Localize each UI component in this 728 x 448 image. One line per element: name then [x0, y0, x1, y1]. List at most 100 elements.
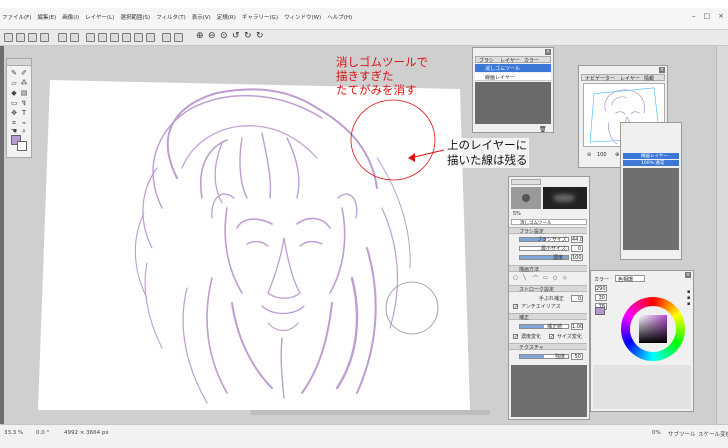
copy-icon[interactable] — [86, 33, 95, 42]
size-change-checkbox[interactable]: ✓ — [549, 334, 554, 340]
zoom-out-icon[interactable]: ⊖ — [208, 31, 216, 41]
saturation-value-square[interactable] — [639, 315, 667, 343]
square-tip-icon[interactable]: ▢ — [513, 275, 518, 281]
stabilizer-value[interactable]: 0 — [571, 295, 583, 302]
close-window-button[interactable]: × — [718, 12, 724, 20]
maximize-button[interactable]: □ — [704, 12, 711, 20]
cut-icon[interactable] — [110, 33, 119, 42]
section-brush-settings[interactable]: ブラシ設定 — [509, 227, 587, 235]
transform-icon[interactable] — [162, 33, 171, 42]
section-correction[interactable]: 補正 — [509, 313, 587, 321]
polygon-tip-icon[interactable]: ◇ — [563, 275, 567, 281]
lasso-tool-icon[interactable]: ↯ — [20, 99, 28, 107]
menu-view[interactable]: 表示(V) — [192, 13, 211, 23]
layer-row[interactable]: 線画レイヤー — [475, 73, 551, 81]
min-size-value[interactable]: 0 — [571, 245, 583, 252]
menu-help[interactable]: ヘルプ(H) — [327, 13, 352, 23]
export-icon[interactable] — [70, 33, 79, 42]
menu-window[interactable]: ウィンドウ(W) — [284, 13, 321, 23]
section-texture[interactable]: テクスチャ — [509, 343, 587, 351]
fill-tool-icon[interactable]: ◆ — [10, 89, 18, 97]
eraser-tool-icon[interactable]: ▱ — [10, 79, 18, 87]
hue-value[interactable]: 290 — [595, 285, 607, 292]
clear-icon[interactable] — [122, 33, 131, 42]
rotate-right-icon[interactable]: ↻ — [244, 31, 252, 41]
panel-close-icon[interactable]: × — [545, 49, 551, 55]
sub-color-swatch[interactable] — [17, 141, 27, 151]
eyedropper-tool-icon[interactable]: ⌁ — [20, 119, 28, 127]
print-icon[interactable] — [58, 33, 67, 42]
section-stroke[interactable]: ストローク設定 — [509, 285, 587, 293]
panel-close-icon[interactable]: × — [659, 67, 665, 73]
menu-gallery[interactable]: ギャラリー(G) — [242, 13, 278, 23]
palette-icon[interactable]: ▪ — [687, 301, 690, 307]
curve-tip-icon[interactable]: ⌒ — [533, 275, 538, 282]
save-as-icon[interactable] — [40, 33, 49, 42]
tab-color[interactable]: カラー — [524, 57, 539, 64]
antialias-checkbox[interactable]: ✓ — [513, 304, 518, 310]
rect-tip-icon[interactable]: ▭ — [543, 275, 548, 281]
pen-tool-icon[interactable]: ✐ — [20, 69, 28, 77]
vertical-scrollbar[interactable] — [716, 46, 728, 424]
tool-panel-empty — [511, 365, 587, 417]
panel-close-icon[interactable]: × — [685, 272, 691, 278]
zoom-tool-icon[interactable]: ⌕ — [20, 127, 28, 135]
tab-navigator[interactable]: ナビゲーター — [585, 75, 615, 82]
flip-icon[interactable] — [174, 33, 183, 42]
open-file-icon[interactable] — [16, 33, 25, 42]
layer-row-selected[interactable]: 消しゴムツール — [475, 64, 551, 72]
new-file-icon[interactable] — [4, 33, 13, 42]
menu-file[interactable]: ファイル(F) — [2, 13, 31, 23]
reset-rotation-icon[interactable]: ↻ — [256, 31, 264, 41]
line-tip-icon[interactable]: ╲ — [523, 275, 526, 281]
select-all-icon[interactable] — [134, 33, 143, 42]
current-color-swatch[interactable] — [595, 307, 605, 315]
brush-size-value[interactable]: 44.0 — [571, 236, 583, 243]
correction-value[interactable]: 1.00 — [571, 323, 583, 330]
zoom-in-small-icon[interactable]: ⊕ — [615, 152, 619, 158]
gradient-tool-icon[interactable]: ▤ — [20, 89, 28, 97]
minimize-button[interactable]: – — [692, 12, 696, 20]
saturation-value[interactable]: 30 — [595, 294, 607, 301]
horizontal-scrollbar[interactable] — [250, 410, 490, 415]
brush-size-percent: 5% — [513, 211, 521, 217]
move-tool-icon[interactable]: ✥ — [10, 109, 18, 117]
fit-view-icon[interactable]: ⊙ — [220, 31, 228, 41]
rotate-left-icon[interactable]: ↺ — [232, 31, 240, 41]
hue-ring[interactable] — [621, 297, 685, 361]
brush-tool-icon[interactable]: ✎ — [10, 69, 18, 77]
airbrush-tool-icon[interactable]: ⁂ — [20, 79, 28, 87]
menu-image[interactable]: 画像(I) — [62, 13, 79, 23]
tab-layer2[interactable]: レイヤー — [620, 75, 640, 82]
menu-filter[interactable]: フィルタ(T) — [156, 13, 186, 23]
text-tool-icon[interactable]: T — [20, 109, 28, 117]
density-change-checkbox[interactable]: ✓ — [513, 334, 518, 340]
color-mode-select[interactable]: 色相環 — [615, 275, 645, 283]
tool-tab[interactable] — [511, 179, 541, 185]
crop-tool-icon[interactable]: ⌗ — [10, 119, 18, 127]
select-rect-icon[interactable]: ▭ — [10, 99, 18, 107]
tab-brush[interactable]: ブラシ — [479, 57, 494, 64]
canvas[interactable] — [32, 48, 472, 410]
density-value[interactable]: 100 — [571, 254, 583, 261]
layer2-row[interactable]: 100% 通常 — [623, 160, 679, 166]
navigator-zoom-value[interactable]: 100 — [597, 152, 607, 158]
menu-select[interactable]: 選択範囲(S) — [120, 13, 150, 23]
save-icon[interactable] — [28, 33, 37, 42]
menu-layer[interactable]: レイヤー(L) — [85, 13, 114, 23]
deselect-icon[interactable] — [146, 33, 155, 42]
layer2-row-selected[interactable]: 線画レイヤー — [623, 153, 679, 159]
circle-tip-icon[interactable]: ○ — [553, 275, 557, 281]
menu-edit[interactable]: 編集(E) — [37, 13, 56, 23]
hand-tool-icon[interactable]: ☚ — [10, 127, 18, 135]
menu-ruler[interactable]: 定規(R) — [217, 13, 236, 23]
tab-layer[interactable]: レイヤー — [500, 57, 520, 64]
trash-icon[interactable]: 🗑 — [539, 126, 547, 133]
tab-info[interactable]: 情報 — [644, 75, 654, 82]
zoom-out-small-icon[interactable]: ⊖ — [587, 152, 591, 158]
menu-bar: ファイル(F) 編集(E) 画像(I) レイヤー(L) 選択範囲(S) フィルタ… — [0, 8, 728, 30]
zoom-in-icon[interactable]: ⊕ — [196, 31, 204, 41]
paste-icon[interactable] — [98, 33, 107, 42]
strength-value[interactable]: 50 — [571, 353, 583, 360]
section-draw-method[interactable]: 描画方法 — [509, 265, 587, 273]
